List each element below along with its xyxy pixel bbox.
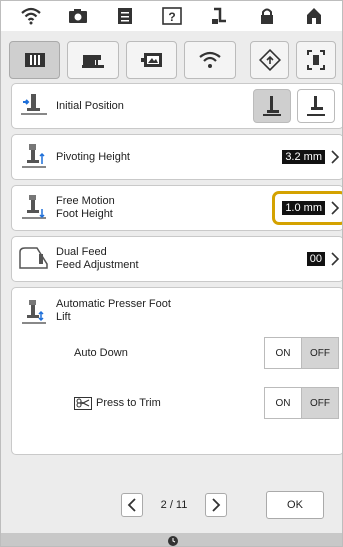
free-motion-foot-icon [12,193,56,223]
auto-presser-foot-lift-row: Automatic Presser Foot Lift Auto Down ON… [11,287,342,455]
scissors-icon [74,396,92,410]
auto-down-on-button[interactable]: ON [264,337,302,369]
press-to-trim-toggle[interactable]: ON OFF [264,387,339,419]
home-icon[interactable] [299,4,329,28]
free-motion-foot-height-row[interactable]: Free Motion Foot Height 1.0 mm [11,185,342,231]
auto-lift-label: Automatic Presser Foot Lift [56,298,171,323]
thread-icon[interactable] [205,4,235,28]
foot-down-icon [263,96,281,116]
wifi-icon[interactable] [16,4,46,28]
press-to-trim-row: Press to Trim ON OFF [12,378,342,428]
bottom-bar [1,533,342,546]
settings-screen: ? Initial Position Pivoting Height 3.2 m… [0,0,343,547]
foot-up-button[interactable] [297,89,335,123]
tab-machine-settings[interactable] [67,41,119,79]
display-settings-icon [140,53,162,67]
lock-icon[interactable] [252,4,282,28]
prev-page-button[interactable] [121,493,143,517]
foot-down-button[interactable] [253,89,291,123]
camera-icon[interactable] [63,4,93,28]
chevron-right-icon [327,251,342,267]
auto-down-off-button[interactable]: OFF [301,337,339,369]
wifi-settings-icon [199,51,221,68]
tab-wifi-settings[interactable] [184,41,236,79]
pivoting-height-icon [12,142,56,172]
press-to-trim-on-button[interactable]: ON [264,387,302,419]
pivoting-height-row[interactable]: Pivoting Height 3.2 mm [11,134,342,180]
sewing-settings-icon [24,53,45,67]
clock-icon [167,535,178,546]
help-icon[interactable]: ? [157,4,187,28]
chevron-right-icon [212,498,221,512]
auto-down-toggle[interactable]: ON OFF [264,337,339,369]
auto-down-label: Auto Down [74,346,128,359]
settings-category-tabs [1,37,342,83]
machine-settings-icon [82,55,105,68]
press-to-trim-label: Press to Trim [74,396,264,410]
footer: 2 / 11 OK [1,481,342,531]
auto-lift-icon [12,298,56,328]
free-motion-foot-height-label: Free Motion Foot Height [56,195,115,220]
document-icon[interactable] [110,4,140,28]
screen-capture-icon [307,50,326,70]
svg-text:?: ? [169,10,176,24]
status-bar: ? [1,1,342,31]
pager: 2 / 11 [121,493,227,517]
tab-screen-capture[interactable] [296,41,336,79]
press-to-trim-off-button[interactable]: OFF [301,387,339,419]
presser-foot-position-icon [12,92,56,120]
settings-list: Initial Position Pivoting Height 3.2 mm [11,83,342,460]
dual-feed-label: Dual Feed Feed Adjustment [56,246,139,271]
initial-position-row: Initial Position [11,83,342,129]
tab-info[interactable] [249,41,290,79]
initial-position-label: Initial Position [56,99,124,112]
auto-down-row: Auto Down ON OFF [12,328,342,378]
tab-sewing-settings[interactable] [9,41,61,79]
dual-feed-icon [12,246,56,272]
dual-feed-row[interactable]: Dual Feed Feed Adjustment 00 [11,236,342,282]
highlight-frame [272,191,342,225]
info-icon [258,49,281,71]
foot-up-icon [307,96,325,116]
pivoting-height-label: Pivoting Height [56,150,130,163]
chevron-left-icon [127,498,136,512]
dual-feed-value: 00 [306,252,325,266]
ok-button[interactable]: OK [266,491,324,519]
next-page-button[interactable] [205,493,227,517]
chevron-right-icon [327,149,342,165]
pivoting-height-value: 3.2 mm [282,150,325,164]
page-indicator: 2 / 11 [160,499,188,511]
tab-display-settings[interactable] [125,41,178,79]
